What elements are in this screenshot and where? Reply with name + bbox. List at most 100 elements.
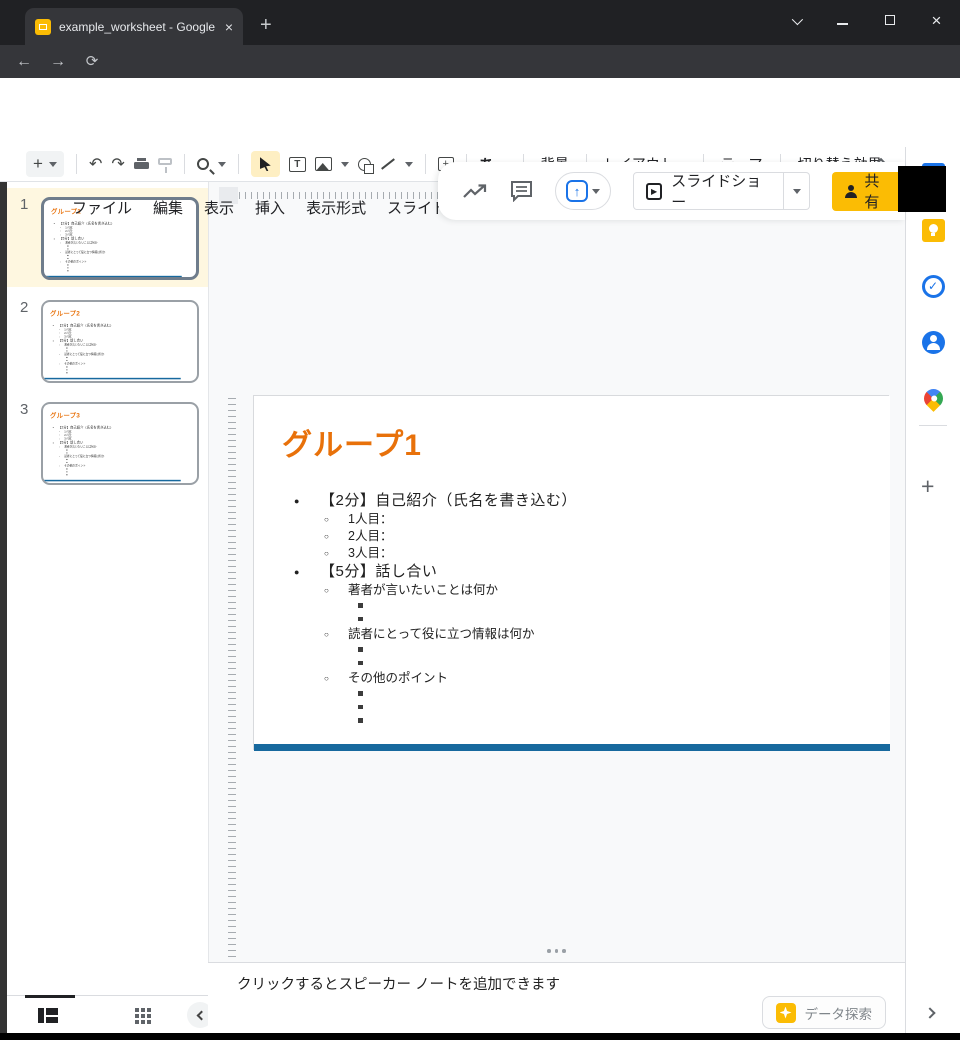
filmstrip-view-icon[interactable] xyxy=(38,1008,58,1023)
slide-bullet: ●【5分】話し合い xyxy=(294,562,890,582)
slide-bullet xyxy=(66,371,180,374)
slide-bullet xyxy=(358,599,890,613)
vertical-ruler xyxy=(224,395,239,957)
slide-bullet: ●【2分】自己紹介（氏名を書き込む） xyxy=(294,491,890,511)
reload-button[interactable]: ⟳ xyxy=(80,50,104,74)
slide-title[interactable]: グループ3 xyxy=(50,410,80,419)
grid-view-icon[interactable] xyxy=(135,1008,151,1024)
slide-bullet xyxy=(67,269,181,272)
slide-bullet xyxy=(66,473,180,476)
minimize-button[interactable] xyxy=(819,12,866,30)
slide-body[interactable]: ●【2分】自己紹介（氏名を書き込む）○1人目：○2人目：○3人目：●【5分】話し… xyxy=(45,221,182,272)
slide-canvas[interactable]: グループ1 ●【2分】自己紹介（氏名を書き込む）○1人目：○2人目：○3人目：●【… xyxy=(208,182,905,962)
browser-titlebar: example_worksheet - Google スラ × + × xyxy=(0,0,960,45)
slideshow-dropdown-button[interactable] xyxy=(784,172,810,210)
view-switcher-bar xyxy=(7,995,208,1033)
line-dropdown-icon[interactable] xyxy=(405,151,413,177)
slide-bullet: ○その他のポイント xyxy=(324,670,890,687)
slide-bullet: ○3人目： xyxy=(324,545,890,562)
insert-image-tool[interactable] xyxy=(315,151,332,177)
new-tab-button[interactable]: + xyxy=(260,14,272,37)
activity-icon[interactable] xyxy=(462,183,488,200)
thumbnail-number: 1 xyxy=(20,196,28,213)
slide-accent-bar xyxy=(44,378,181,380)
slide-body[interactable]: ●【2分】自己紹介（氏名を書き込む）○1人目：○2人目：○3人目：●【5分】話し… xyxy=(44,425,181,476)
thumbnail-number: 3 xyxy=(20,401,28,418)
slide-thumbnail-3[interactable]: 3 グループ3 ●【2分】自己紹介（氏名を書き込む）○1人目：○2人目：○3人目：… xyxy=(7,393,208,492)
speaker-notes-panel[interactable]: クリックするとスピーカー ノートを追加できます データ探索 xyxy=(208,962,905,1033)
maps-icon[interactable] xyxy=(921,386,945,410)
slide-body[interactable]: ●【2分】自己紹介（氏名を書き込む）○1人目：○2人目：○3人目：●【5分】話し… xyxy=(44,323,181,374)
slide-bullet xyxy=(358,687,890,701)
contacts-icon[interactable] xyxy=(921,330,945,354)
thumbnail-number: 2 xyxy=(20,299,28,316)
shape-tool[interactable] xyxy=(358,151,371,177)
undo-icon[interactable]: ↶ xyxy=(89,151,102,177)
paint-format-icon xyxy=(158,151,172,177)
slide-bullet xyxy=(358,613,890,627)
person-icon xyxy=(844,185,857,198)
slide-bullet xyxy=(358,714,890,728)
present-dropdown-icon[interactable] xyxy=(592,189,600,194)
app-header: example_worksheet ☆ ファイル 編集 表示 挿入 表示形式 ス… xyxy=(0,78,960,147)
textbox-tool[interactable]: T xyxy=(289,151,306,177)
slideshow-button[interactable]: ▶ スライドショー xyxy=(633,172,784,210)
zoom-dropdown-icon[interactable] xyxy=(218,151,226,177)
slide-bullet xyxy=(358,701,890,715)
select-tool[interactable] xyxy=(251,151,280,177)
zoom-icon[interactable] xyxy=(197,151,209,177)
avatar[interactable] xyxy=(898,166,946,212)
image-dropdown-icon[interactable] xyxy=(341,151,349,177)
current-slide[interactable]: グループ1 ●【2分】自己紹介（氏名を書き込む）○1人目：○2人目：○3人目：●【… xyxy=(253,395,889,750)
slide-bullet: ○2人目： xyxy=(324,528,890,545)
redo-icon[interactable]: ↷ xyxy=(111,151,124,177)
slide-bullet xyxy=(358,657,890,671)
tab-close-icon[interactable]: × xyxy=(225,20,233,34)
forward-button[interactable]: → xyxy=(46,50,70,74)
present-arrow-icon: ↑ xyxy=(566,180,588,202)
new-slide-button[interactable]: + xyxy=(26,151,64,177)
share-button[interactable]: 共有 xyxy=(832,172,905,211)
slide-thumbnail-2[interactable]: 2 グループ2 ●【2分】自己紹介（氏名を書き込む）○1人目：○2人目：○3人目：… xyxy=(7,291,208,390)
menu-format[interactable]: 表示形式 xyxy=(304,195,368,220)
menu-view[interactable]: 表示 xyxy=(202,195,236,220)
slides-favicon-icon xyxy=(35,19,51,35)
play-icon: ▶ xyxy=(646,183,662,200)
notes-resize-handle[interactable] xyxy=(547,949,566,953)
keep-icon[interactable] xyxy=(921,218,945,242)
get-addons-button[interactable]: + xyxy=(921,473,934,500)
slide-accent-bar xyxy=(45,276,182,278)
explore-star-icon xyxy=(776,1003,796,1023)
slide-bullet: ○読者にとって役に立つ情報は何か xyxy=(324,626,890,643)
slide-accent-bar xyxy=(44,480,181,482)
window-left-edge xyxy=(0,182,7,1033)
present-to-meet-button[interactable]: ↑ xyxy=(555,172,611,210)
close-window-button[interactable]: × xyxy=(913,11,960,31)
slide-body[interactable]: ●【2分】自己紹介（氏名を書き込む）○1人目：○2人目：○3人目：●【5分】話し… xyxy=(254,491,890,728)
slide-title[interactable]: グループ2 xyxy=(50,308,80,317)
window-controls: × xyxy=(772,0,960,42)
explore-button[interactable]: データ探索 xyxy=(762,996,887,1029)
speaker-notes-placeholder[interactable]: クリックするとスピーカー ノートを追加できます xyxy=(237,973,560,994)
comment-icon[interactable] xyxy=(510,180,533,202)
tasks-icon[interactable]: ✓ xyxy=(921,274,945,298)
line-tool[interactable] xyxy=(380,151,396,177)
active-view-indicator xyxy=(25,995,75,998)
browser-tab[interactable]: example_worksheet - Google スラ × xyxy=(25,8,243,45)
tab-search-icon[interactable] xyxy=(772,12,819,30)
maximize-button[interactable] xyxy=(866,12,913,30)
slide-bullet xyxy=(358,643,890,657)
back-button[interactable]: ← xyxy=(12,50,36,74)
print-icon[interactable] xyxy=(134,151,149,177)
browser-addressbar: ← → ⟳ docs.google.com/presentation/d/ ☆ … xyxy=(0,45,960,78)
menu-bar: ファイル 編集 表示 挿入 表示形式 スライド 配置 xyxy=(70,195,500,220)
menu-insert[interactable]: 挿入 xyxy=(253,195,287,220)
slide-title[interactable]: グループ1 xyxy=(282,420,422,464)
menu-edit[interactable]: 編集 xyxy=(151,195,185,220)
menu-file[interactable]: ファイル xyxy=(70,195,134,220)
tab-title: example_worksheet - Google スラ xyxy=(59,18,217,35)
side-panel: 31 ✓ + xyxy=(905,147,960,1033)
expand-sidebar-icon[interactable] xyxy=(924,1007,935,1018)
sidebar-divider xyxy=(919,425,947,426)
slide-accent-bar xyxy=(254,744,890,751)
